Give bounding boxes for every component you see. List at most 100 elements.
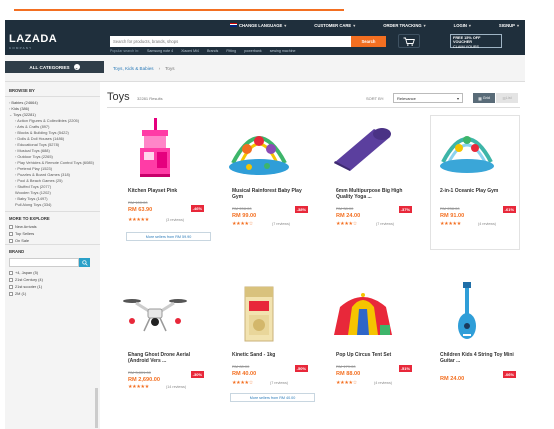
breadcrumb-link[interactable]: Toys, Kids & Babies (113, 66, 154, 71)
product-original-price: RM 179.00 (336, 364, 356, 369)
brand-filter[interactable]: +4, Japan (5) (5, 269, 100, 276)
review-count[interactable]: (14 reviews) (166, 385, 186, 389)
customer-care-link[interactable]: CUSTOMER CARE ▾ (314, 23, 355, 28)
kinetic-sand-icon (244, 286, 274, 342)
product-name[interactable]: Kitchen Playset Pink (128, 188, 208, 194)
product-card[interactable]: Kinetic Sand - 1kg RM 80.00 RM 40.00 -50… (210, 280, 315, 415)
brand-search-button[interactable] (79, 258, 90, 267)
product-name[interactable]: Musical Rainforest Baby Play Gym (232, 188, 312, 200)
product-price: RM 40.00 (232, 371, 257, 377)
result-count: 32281 Results (137, 96, 163, 101)
popular-term[interactable]: Brands (207, 49, 218, 53)
top-sellers-filter[interactable]: Top Sellers (5, 230, 100, 237)
breadcrumb-separator: › (158, 66, 161, 71)
review-count[interactable]: (4 reviews) (478, 222, 496, 226)
more-sellers-link[interactable]: More sellers from RM 59.90 (126, 232, 211, 241)
search-input[interactable] (110, 36, 351, 47)
checkbox[interactable] (9, 238, 13, 243)
product-card[interactable]: 2-in-1 Oceanic Play Gym RM 238.00 RM 91.… (418, 113, 516, 248)
product-original-price: RM 208.00 (232, 206, 252, 211)
product-name[interactable]: 6mm Multipurpose Big High Quality Yoga .… (336, 188, 416, 200)
product-name[interactable]: 2-in-1 Oceanic Play Gym (440, 188, 520, 194)
checkbox[interactable] (9, 270, 13, 275)
popular-term[interactable]: Samsung note 4 (147, 49, 173, 53)
popular-term[interactable]: Xiaomi Mi4 (181, 49, 199, 53)
sidebar-scrollbar[interactable] (95, 388, 98, 428)
review-count[interactable]: (7 reviews) (272, 222, 290, 226)
brand-filter[interactable]: 21st scooter (1) (5, 283, 100, 290)
sort-by-label: SORT BY: (366, 96, 385, 101)
product-name[interactable]: Ehang Ghost Drone Aerial (Android Vers .… (128, 352, 208, 364)
rating-stars: ★★★★☆ (232, 221, 253, 227)
discount-badge: -37% (398, 206, 412, 213)
discount-badge: -61% (502, 206, 516, 213)
checkbox[interactable] (9, 231, 13, 236)
product-image[interactable] (210, 280, 308, 348)
product-image[interactable] (106, 113, 204, 183)
product-name[interactable]: Kinetic Sand - 1kg (232, 352, 312, 358)
product-original-price: RM 80.00 (232, 364, 250, 369)
cart-button[interactable] (398, 34, 420, 48)
product-image[interactable] (418, 113, 516, 183)
product-card[interactable]: Children Kids 4 String Toy Mini Guitar .… (418, 280, 516, 415)
more-sellers-link[interactable]: More sellers from RM 40.00 (230, 393, 315, 402)
breadcrumb-current: Toys (165, 66, 175, 71)
product-card[interactable]: Kitchen Playset Pink RM 100.00 RM 63.90 … (106, 113, 211, 248)
chevron-down-icon: ▾ (456, 95, 459, 101)
play-gym-icon (229, 136, 289, 175)
subcategory-item[interactable]: Pull Along Toys (334) (9, 202, 96, 208)
discount-badge: -46% (190, 205, 204, 212)
new-arrivals-filter[interactable]: New Arrivals (5, 223, 100, 230)
order-tracking-link[interactable]: ORDER TRACKING ▾ (383, 23, 425, 28)
product-name[interactable]: Pop Up Circus Tent Set (336, 352, 416, 358)
popular-term[interactable]: Fitting (226, 49, 236, 53)
checkbox[interactable] (9, 291, 13, 296)
site-header: LAZADA COMPANY Search Popular search in:… (5, 30, 525, 55)
checkbox[interactable] (9, 224, 13, 229)
checkbox[interactable] (9, 277, 13, 282)
product-image[interactable] (106, 280, 204, 348)
product-card[interactable]: Musical Rainforest Baby Play Gym RM 208.… (210, 113, 308, 248)
page-title: Toys (107, 91, 130, 103)
grid-view-button[interactable]: ▦ Grid (473, 93, 495, 103)
search-button[interactable]: Search (351, 36, 386, 47)
product-card[interactable]: Ehang Ghost Drone Aerial (Android Vers .… (106, 280, 204, 415)
brand-filter[interactable]: 21st Century (4) (5, 276, 100, 283)
shopping-cart-icon (403, 37, 415, 46)
list-view-button[interactable]: ☰ List (496, 93, 518, 103)
signup-link[interactable]: SIGNUP ▾ (499, 23, 519, 28)
product-original-price: RM 238.00 (440, 206, 460, 211)
discount-badge: -50% (294, 365, 308, 372)
review-count[interactable]: (7 reviews) (270, 381, 288, 385)
all-categories-button[interactable]: ALL CATEGORIES ⌄ (5, 61, 104, 73)
brand-search-input[interactable] (9, 258, 79, 267)
popular-term[interactable]: powerbank (244, 49, 262, 53)
voucher-banner[interactable]: FREE 15% OFF VOUCHER CLAIM YOURS (450, 34, 502, 49)
review-count[interactable]: (3 reviews) (166, 218, 184, 222)
popular-term[interactable]: sewing machine (270, 49, 296, 53)
login-link[interactable]: LOGIN ▾ (454, 23, 471, 28)
rating-stars: ★★★★☆ (336, 380, 357, 386)
on-sale-filter[interactable]: On Sale (5, 237, 100, 244)
lazada-logo[interactable]: LAZADA COMPANY (9, 34, 65, 51)
sort-select[interactable]: Relevance ▾ (393, 93, 463, 103)
product-image[interactable] (418, 280, 516, 348)
rating-stars: ★★★★★ (128, 384, 149, 390)
product-image[interactable] (314, 280, 412, 348)
checkbox[interactable] (9, 284, 13, 289)
product-card[interactable]: 6mm Multipurpose Big High Quality Yoga .… (314, 113, 412, 248)
product-price: RM 99.00 (232, 213, 257, 219)
chevron-down-icon: ⌄ (73, 64, 80, 70)
brand-filter[interactable]: 2M (1) (5, 290, 100, 297)
change-language-link[interactable]: CHANGE LANGUAGE ▾ (230, 23, 286, 28)
discount-badge: -51% (398, 365, 412, 372)
review-count[interactable]: (7 reviews) (376, 222, 394, 226)
discount-badge: -30% (190, 371, 204, 378)
review-count[interactable]: (4 reviews) (374, 381, 392, 385)
product-card[interactable]: Pop Up Circus Tent Set RM 179.00 RM 88.0… (314, 280, 412, 415)
product-image[interactable] (314, 113, 412, 183)
toy-guitar-icon (458, 282, 476, 339)
product-name[interactable]: Children Kids 4 String Toy Mini Guitar .… (440, 352, 520, 364)
product-image[interactable] (210, 113, 308, 183)
popular-searches: Popular search in: Samsung note 4 Xiaomi… (110, 48, 296, 53)
